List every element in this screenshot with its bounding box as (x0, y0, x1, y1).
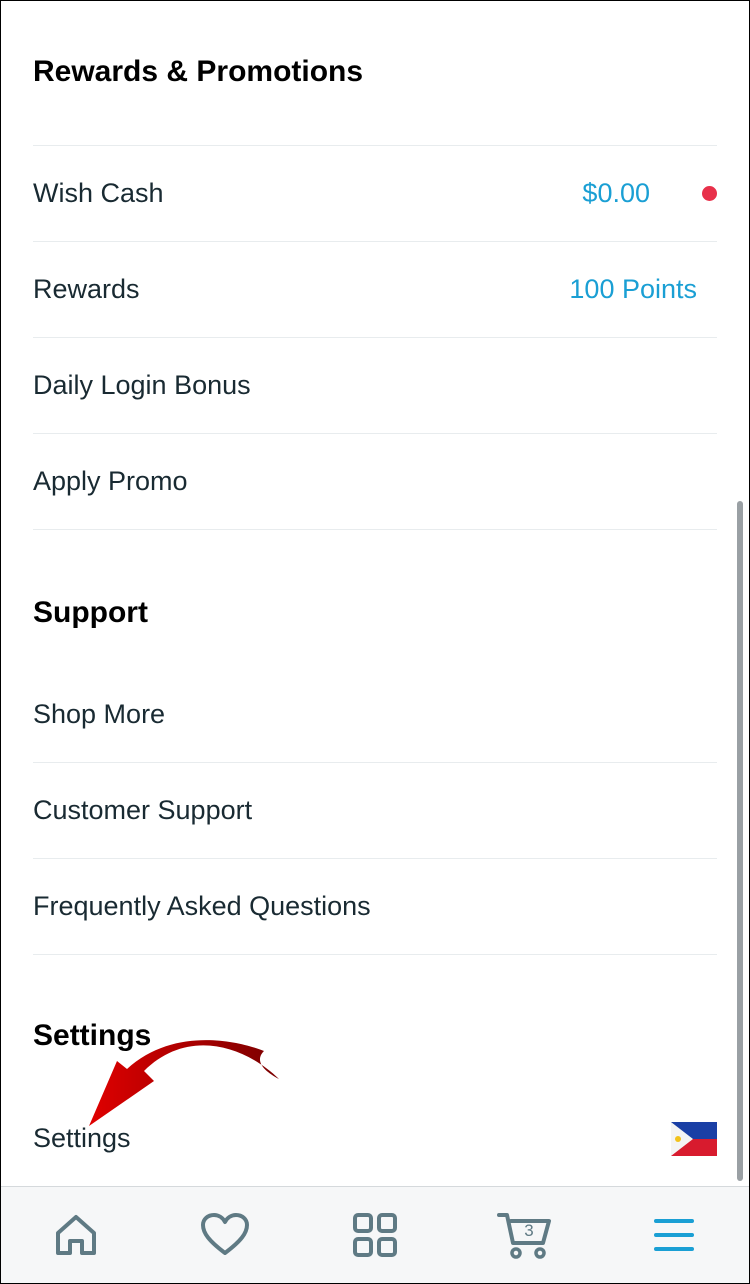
philippines-flag-icon (671, 1121, 717, 1156)
wish-cash-label: Wish Cash (33, 178, 164, 208)
nav-menu[interactable] (634, 1195, 714, 1275)
cart-icon: 3 (496, 1213, 551, 1259)
shop-more-label: Shop More (33, 699, 166, 729)
nav-wishlist[interactable] (185, 1195, 265, 1275)
apply-promo-label: Apply Promo (33, 466, 188, 496)
screen: Rewards & Promotions Wish Cash $0.00 Rew… (0, 0, 750, 1284)
rewards-section-title: Rewards & Promotions (33, 55, 364, 88)
nav-categories[interactable] (335, 1195, 415, 1275)
grid-icon (352, 1213, 397, 1257)
rewards-row[interactable]: Rewards 100 Points (33, 242, 717, 338)
heart-icon (201, 1213, 250, 1255)
shop-more-row[interactable]: Shop More (33, 667, 717, 763)
menu-icon (654, 1219, 695, 1251)
nav-home[interactable] (36, 1195, 116, 1275)
apply-promo-row[interactable]: Apply Promo (33, 434, 717, 530)
wish-cash-value: $0.00 (582, 178, 650, 208)
settings-section-title: Settings (33, 1019, 152, 1052)
cart-count: 3 (524, 1221, 533, 1240)
faq-row[interactable]: Frequently Asked Questions (33, 859, 717, 955)
scrollbar[interactable] (737, 501, 743, 1181)
home-icon (55, 1215, 96, 1255)
daily-login-bonus-label: Daily Login Bonus (33, 370, 251, 400)
wish-cash-right: $0.00 (582, 178, 717, 209)
daily-login-bonus-row[interactable]: Daily Login Bonus (33, 338, 717, 434)
customer-support-row[interactable]: Customer Support (33, 763, 717, 859)
settings-label: Settings (33, 1123, 131, 1153)
nav-cart[interactable]: 3 (485, 1195, 565, 1275)
wish-cash-row[interactable]: Wish Cash $0.00 (33, 146, 717, 242)
faq-label: Frequently Asked Questions (33, 891, 371, 921)
settings-row[interactable]: Settings (33, 1091, 717, 1186)
rewards-label: Rewards (33, 274, 140, 304)
notification-dot (702, 186, 717, 201)
customer-support-label: Customer Support (33, 795, 253, 825)
rewards-points-value: 100 Points (569, 274, 697, 304)
bottom-navigation: 3 (1, 1186, 749, 1283)
support-section-title: Support (33, 596, 148, 629)
menu-content: Rewards & Promotions Wish Cash $0.00 Rew… (1, 1, 749, 1187)
